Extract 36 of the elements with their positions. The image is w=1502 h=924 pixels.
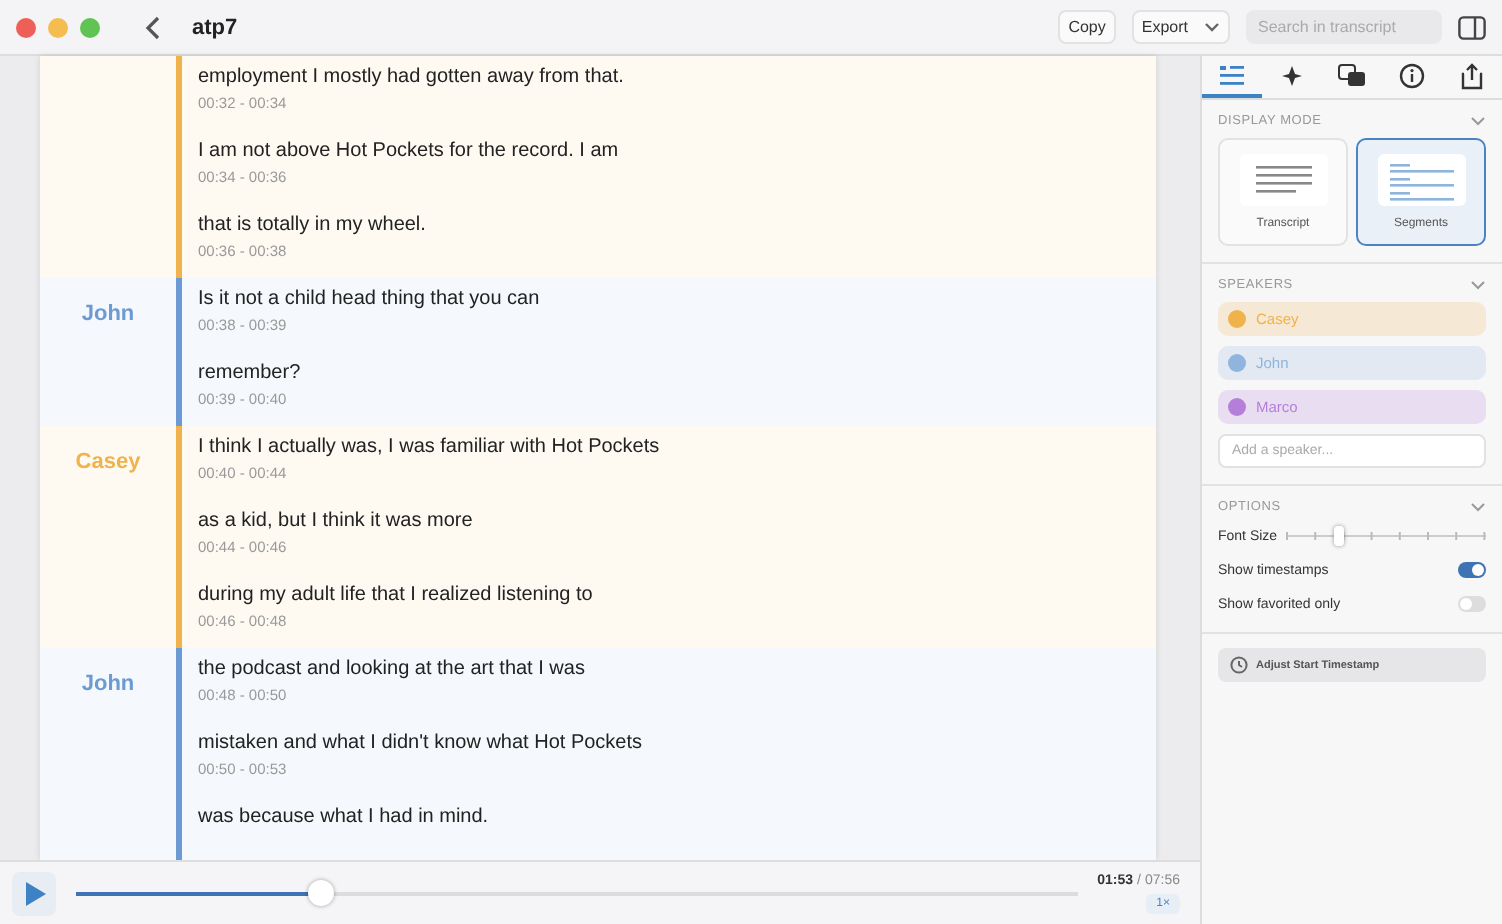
toggle-switch[interactable] xyxy=(1458,562,1486,578)
toggle-switch[interactable] xyxy=(1458,596,1486,612)
chevron-down-icon xyxy=(1204,21,1220,33)
share-icon xyxy=(1458,61,1486,89)
search-field[interactable]: Search in transcript xyxy=(1246,10,1442,44)
export-button[interactable]: Export xyxy=(1131,10,1230,44)
speaker-name: John xyxy=(81,672,135,696)
progress-thumb[interactable] xyxy=(307,880,334,906)
speaker-name: Casey xyxy=(75,450,141,474)
copy-button[interactable]: Copy xyxy=(1058,10,1116,44)
chevron-down-icon[interactable] xyxy=(1470,116,1486,126)
sparkle-icon xyxy=(1278,61,1306,89)
segment-text: mistaken and what I didn't know what Hot Pockets xyxy=(198,732,645,754)
segment-text: during my adult life that I realized listening to xyxy=(198,584,595,606)
info-icon xyxy=(1398,61,1426,89)
segment-text: Is it not a child head thing that you can xyxy=(198,288,542,310)
segment-text: employment I mostly had gotten away from that. xyxy=(198,66,626,88)
segment-text: the podcast and looking at the art that I was xyxy=(198,658,587,680)
font-size-slider[interactable] xyxy=(1286,526,1486,546)
speaker-name: John xyxy=(81,302,135,326)
segment-text: as a kid, but I think it was more xyxy=(198,510,475,532)
segment-text: I think I actually was, I was familiar with Hot Pockets xyxy=(198,436,662,458)
segment-text: remember? xyxy=(198,362,303,384)
segments-preview-icon xyxy=(1377,154,1465,206)
slider-thumb[interactable] xyxy=(1334,526,1344,546)
window-title: atp7 xyxy=(192,15,238,39)
timer-icon xyxy=(1230,656,1248,674)
chevron-down-icon[interactable] xyxy=(1470,502,1486,512)
segment-text: that is totally in my wheel. xyxy=(198,214,428,236)
segment-text: was because what I had in mind. xyxy=(198,806,491,828)
chevron-down-icon[interactable] xyxy=(1470,280,1486,290)
segment-text: I am not above Hot Pockets for the record. I am xyxy=(198,140,621,162)
sidebar-toggle-icon[interactable] xyxy=(1458,15,1486,39)
list-icon xyxy=(1218,61,1246,89)
play-icon[interactable] xyxy=(12,871,56,915)
back-icon[interactable] xyxy=(144,13,164,41)
